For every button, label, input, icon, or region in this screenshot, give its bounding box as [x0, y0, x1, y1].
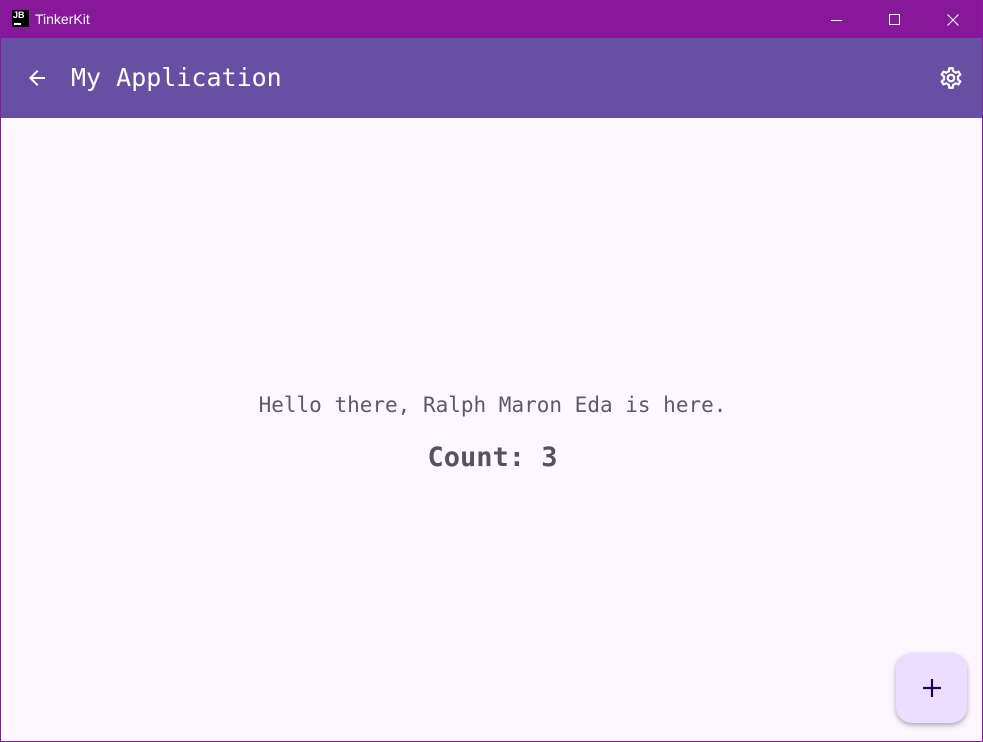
back-button[interactable]: [17, 58, 57, 98]
settings-button[interactable]: [931, 58, 971, 98]
window-title: TinkerKit: [35, 11, 90, 27]
plus-icon: [922, 679, 941, 697]
greeting-text: Hello there, Ralph Maron Eda is here.: [258, 393, 727, 417]
count-text: Count: 3: [427, 442, 558, 473]
page-title: My Application: [71, 63, 282, 92]
close-button[interactable]: [924, 1, 982, 38]
close-icon: [947, 13, 959, 26]
app-logo-icon: JB: [12, 10, 29, 27]
maximize-button[interactable]: [866, 1, 924, 38]
window-title-bar[interactable]: JB TinkerKit: [1, 1, 982, 38]
minimize-icon: [831, 19, 842, 21]
app-window: JB TinkerKit My Application Hello there,…: [0, 0, 983, 742]
gear-icon: [940, 67, 962, 89]
minimize-button[interactable]: [808, 1, 866, 38]
top-app-bar: My Application: [1, 38, 982, 118]
app-logo-text: JB: [13, 10, 25, 20]
add-fab-button[interactable]: [896, 653, 967, 723]
main-content: Hello there, Ralph Maron Eda is here. Co…: [1, 118, 982, 741]
maximize-icon: [889, 13, 900, 25]
arrow-back-icon: [29, 70, 45, 86]
